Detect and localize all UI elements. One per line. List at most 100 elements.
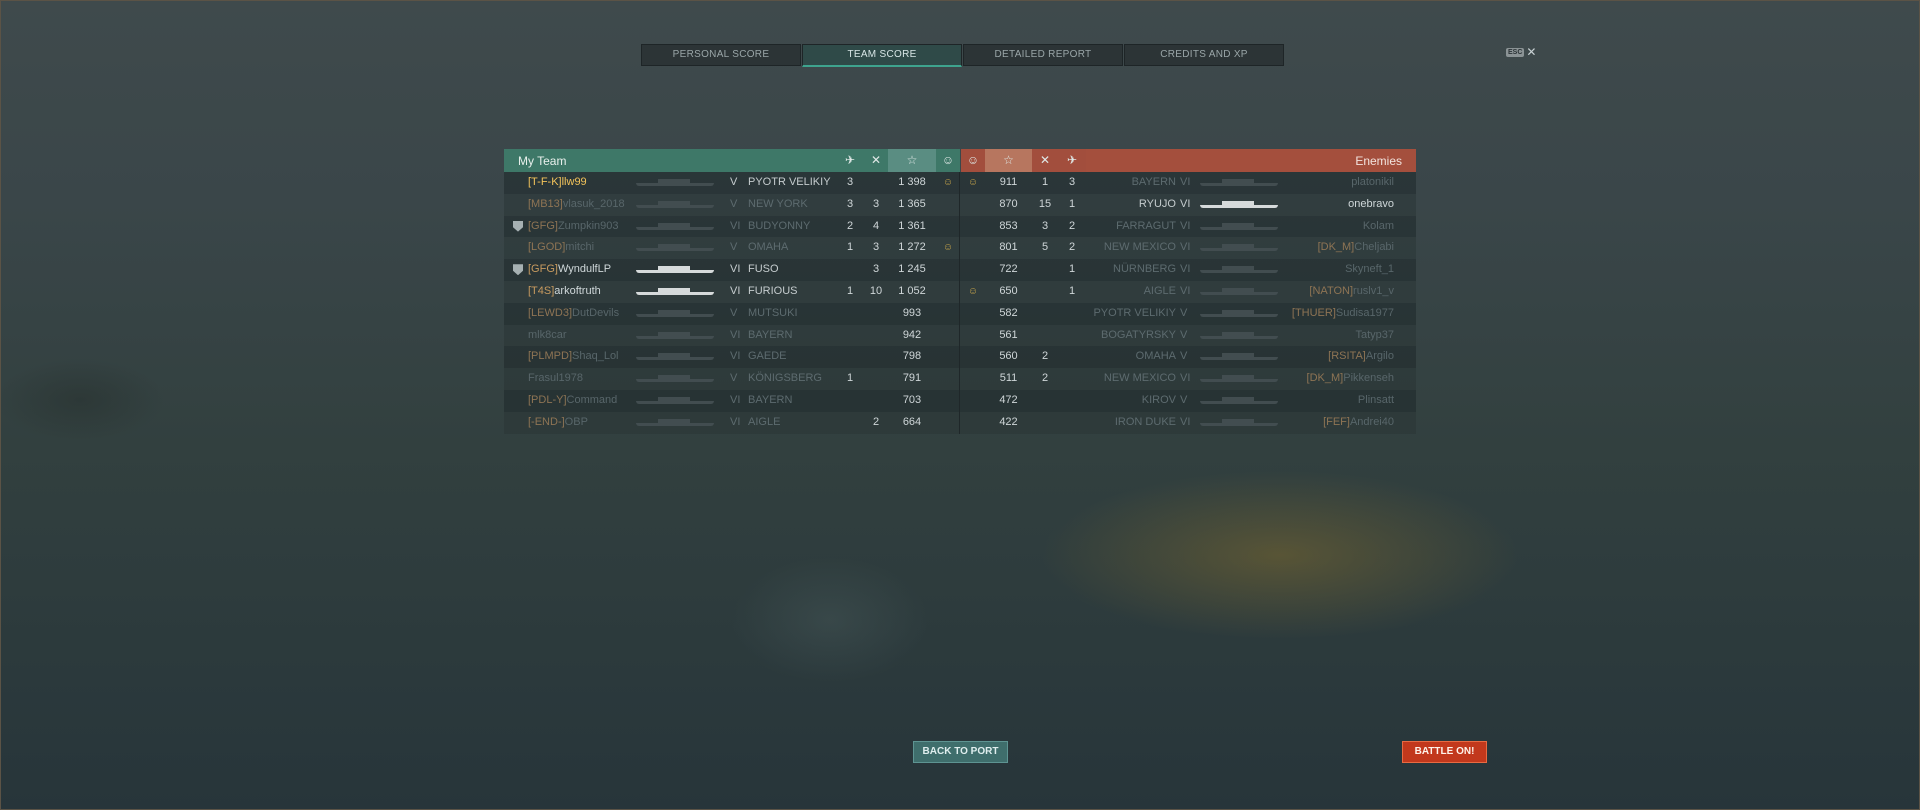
ship-name: OMAHA (748, 241, 789, 254)
ship-tier: VI (730, 350, 741, 363)
table-row[interactable]: [GFG]Zumpkin903 VI BUDYONNY 2 4 1 361 853 3 2 FAR… (504, 215, 1416, 238)
nickname: Plinsatt (1357, 393, 1394, 406)
tab-credits-and-xp[interactable]: CREDITS AND XP (1124, 44, 1284, 66)
score-value: 561 (999, 328, 1018, 341)
ship-name: NEW YORK (748, 197, 808, 210)
ship-tier: VI (730, 415, 741, 428)
ship-silhouette-icon (632, 418, 718, 426)
player-name[interactable]: [T4S]arkoftruth (528, 281, 601, 303)
score-value: 911 (999, 176, 1018, 188)
planes-value: 1 (846, 241, 854, 254)
clan-tag: [FEF] (1323, 415, 1350, 428)
player-name[interactable]: [RSITA]Argilo (1328, 346, 1394, 368)
table-row[interactable]: [LGOD]mitchi V OMAHA 1 3 1 272 ☺ 801 5 2 NEW MEXIC… (504, 237, 1416, 260)
ship-tier: VI (1180, 219, 1191, 232)
clan-tag: [LGOD] (528, 241, 566, 254)
esc-close-button[interactable]: ESC ✕ (1506, 45, 1536, 59)
ship-silhouette-icon (632, 309, 718, 317)
plane-icon: ✈ (836, 149, 864, 172)
player-name[interactable]: [DK_M]Cheljabi (1318, 237, 1394, 259)
tab-personal-score[interactable]: PERSONAL SCORE (641, 44, 801, 66)
smiley-icon: ☺ (942, 242, 954, 254)
ship-tier: VI (1180, 372, 1191, 385)
table-row[interactable]: [T4S]arkoftruth VI FURIOUS 1 10 1 052 ☺ 650 1 AIG… (504, 280, 1416, 303)
table-row[interactable]: Frasul1978 V KÖNIGSBERG 1 791 511 2 NEW MEXICO V… (504, 368, 1416, 390)
clan-tag: [NATON] (1309, 284, 1354, 297)
star-icon: ☆ (985, 149, 1032, 172)
player-name[interactable]: [PDL-Y]Command (528, 390, 617, 412)
ship-name: RYUJO (1138, 197, 1176, 210)
smiley-icon: ☺ (936, 149, 960, 172)
back-to-port-button[interactable]: BACK TO PORT (913, 741, 1008, 763)
division-icon (513, 220, 523, 232)
score-value: 703 (902, 393, 922, 406)
ship-tier: VI (730, 284, 741, 297)
table-row[interactable]: [GFG]WyndulfLP VI FUSO 3 1 245 722 1 NÜRNBERG VI… (504, 259, 1416, 281)
nickname: Frasul1978 (528, 372, 584, 385)
nickname: WyndulfLP (557, 263, 612, 276)
player-name[interactable]: onebravo (1348, 194, 1394, 216)
player-name[interactable]: [-END-]OBP (528, 412, 588, 434)
player-name[interactable]: [LGOD]mitchi (528, 237, 594, 259)
ship-tier: VI (1180, 263, 1191, 276)
player-name[interactable]: Tatyp37 (1355, 325, 1394, 347)
table-row[interactable]: [-END-]OBP VI AIGLE 2 664 422 IRON DUKE VI [FEF]… (504, 411, 1416, 434)
nickname: Skyneft_1 (1345, 263, 1394, 276)
player-rows: [T-F-K]llw99 V PYOTR VELIKIY 3 1 398 ☺ ☺ 911 1 3 B… (504, 172, 1416, 434)
ship-tier: VI (1180, 415, 1191, 428)
ship-silhouette-icon (632, 222, 718, 230)
ship-tier: V (730, 241, 738, 254)
clan-tag: [T4S] (528, 284, 555, 297)
ship-tier: VI (1180, 284, 1191, 297)
ship-tier: V (1180, 350, 1188, 363)
player-name[interactable]: [FEF]Andrei40 (1323, 412, 1394, 434)
table-row[interactable]: [PLMPD]Shaq_Lol VI GAEDE 798 560 2 OMAHA V [RSIT… (504, 346, 1416, 369)
table-row[interactable]: mlk8car VI BAYERN 942 561 BOGATYRSKY V Tatyp37 (504, 324, 1416, 347)
ship-silhouette-icon (1196, 353, 1282, 361)
battle-button[interactable]: BATTLE ON! (1402, 741, 1487, 763)
player-name[interactable]: [THUER]Sudisa1977 (1292, 303, 1394, 325)
table-row[interactable]: [MB13]vlasuk_2018 V NEW YORK 3 3 1 365 870 15 1 R… (504, 193, 1416, 216)
scoreboard-header: My Team ✈ ✕ ☆ ☺ ☺ ☆ ✕ ✈ Enemies (504, 149, 1416, 172)
tab-detailed-report[interactable]: DETAILED REPORT (963, 44, 1123, 66)
ship-tier: V (1180, 393, 1188, 406)
clan-tag: [DK_M] (1317, 241, 1355, 254)
my-team-label: My Team (518, 154, 567, 168)
player-name[interactable]: [LEWD3]DutDevils (528, 303, 619, 325)
ship-name: GAEDE (748, 350, 787, 363)
player-name[interactable]: [MB13]vlasuk_2018 (528, 194, 625, 216)
ship-silhouette-icon (1196, 418, 1282, 426)
player-name[interactable]: [DK_M]Pikkenseh (1307, 368, 1394, 390)
player-name[interactable]: [GFG]WyndulfLP (528, 259, 611, 281)
player-name[interactable]: [PLMPD]Shaq_Lol (528, 346, 619, 368)
planes-value: 3 (1068, 176, 1076, 188)
ship-tier: VI (730, 328, 741, 341)
player-name[interactable]: [NATON]ruslv1_v (1309, 281, 1394, 303)
player-name[interactable]: Plinsatt (1358, 390, 1394, 412)
team-divider (959, 411, 960, 434)
table-row[interactable]: [T-F-K]llw99 V PYOTR VELIKIY 3 1 398 ☺ ☺ 911 1 3 B… (504, 172, 1416, 194)
tab-bar: PERSONAL SCORE TEAM SCORE DETAILED REPOR… (641, 44, 1285, 67)
table-row[interactable]: [PDL-Y]Command VI BAYERN 703 472 KIROV V Plinsa… (504, 389, 1416, 412)
nickname: Cheljabi (1354, 241, 1394, 254)
player-name[interactable]: Frasul1978 (528, 368, 583, 390)
player-name[interactable]: Kolam (1363, 216, 1394, 238)
team-divider (959, 302, 960, 325)
team-divider (959, 324, 960, 347)
kills-icon: ✕ (1032, 149, 1058, 172)
team-divider (959, 215, 960, 238)
player-name[interactable]: mlk8car (528, 325, 567, 347)
clan-tag: [PLMPD] (528, 350, 573, 363)
player-name[interactable]: platonikil (1351, 172, 1394, 194)
score-value: 1 052 (898, 284, 926, 297)
nickname: Zumpkin903 (557, 219, 619, 232)
ship-name: KÖNIGSBERG (748, 372, 822, 385)
nickname: Tatyp37 (1355, 328, 1394, 341)
tab-team-score[interactable]: TEAM SCORE (802, 44, 962, 67)
table-row[interactable]: [LEWD3]DutDevils V MUTSUKI 993 582 PYOTR VELI… (504, 302, 1416, 325)
ship-name: BAYERN (1131, 176, 1176, 188)
player-name[interactable]: [GFG]Zumpkin903 (528, 216, 619, 238)
player-name[interactable]: Skyneft_1 (1345, 259, 1394, 281)
player-name[interactable]: [T-F-K]llw99 (528, 172, 587, 194)
ship-name: FUSO (748, 263, 779, 276)
